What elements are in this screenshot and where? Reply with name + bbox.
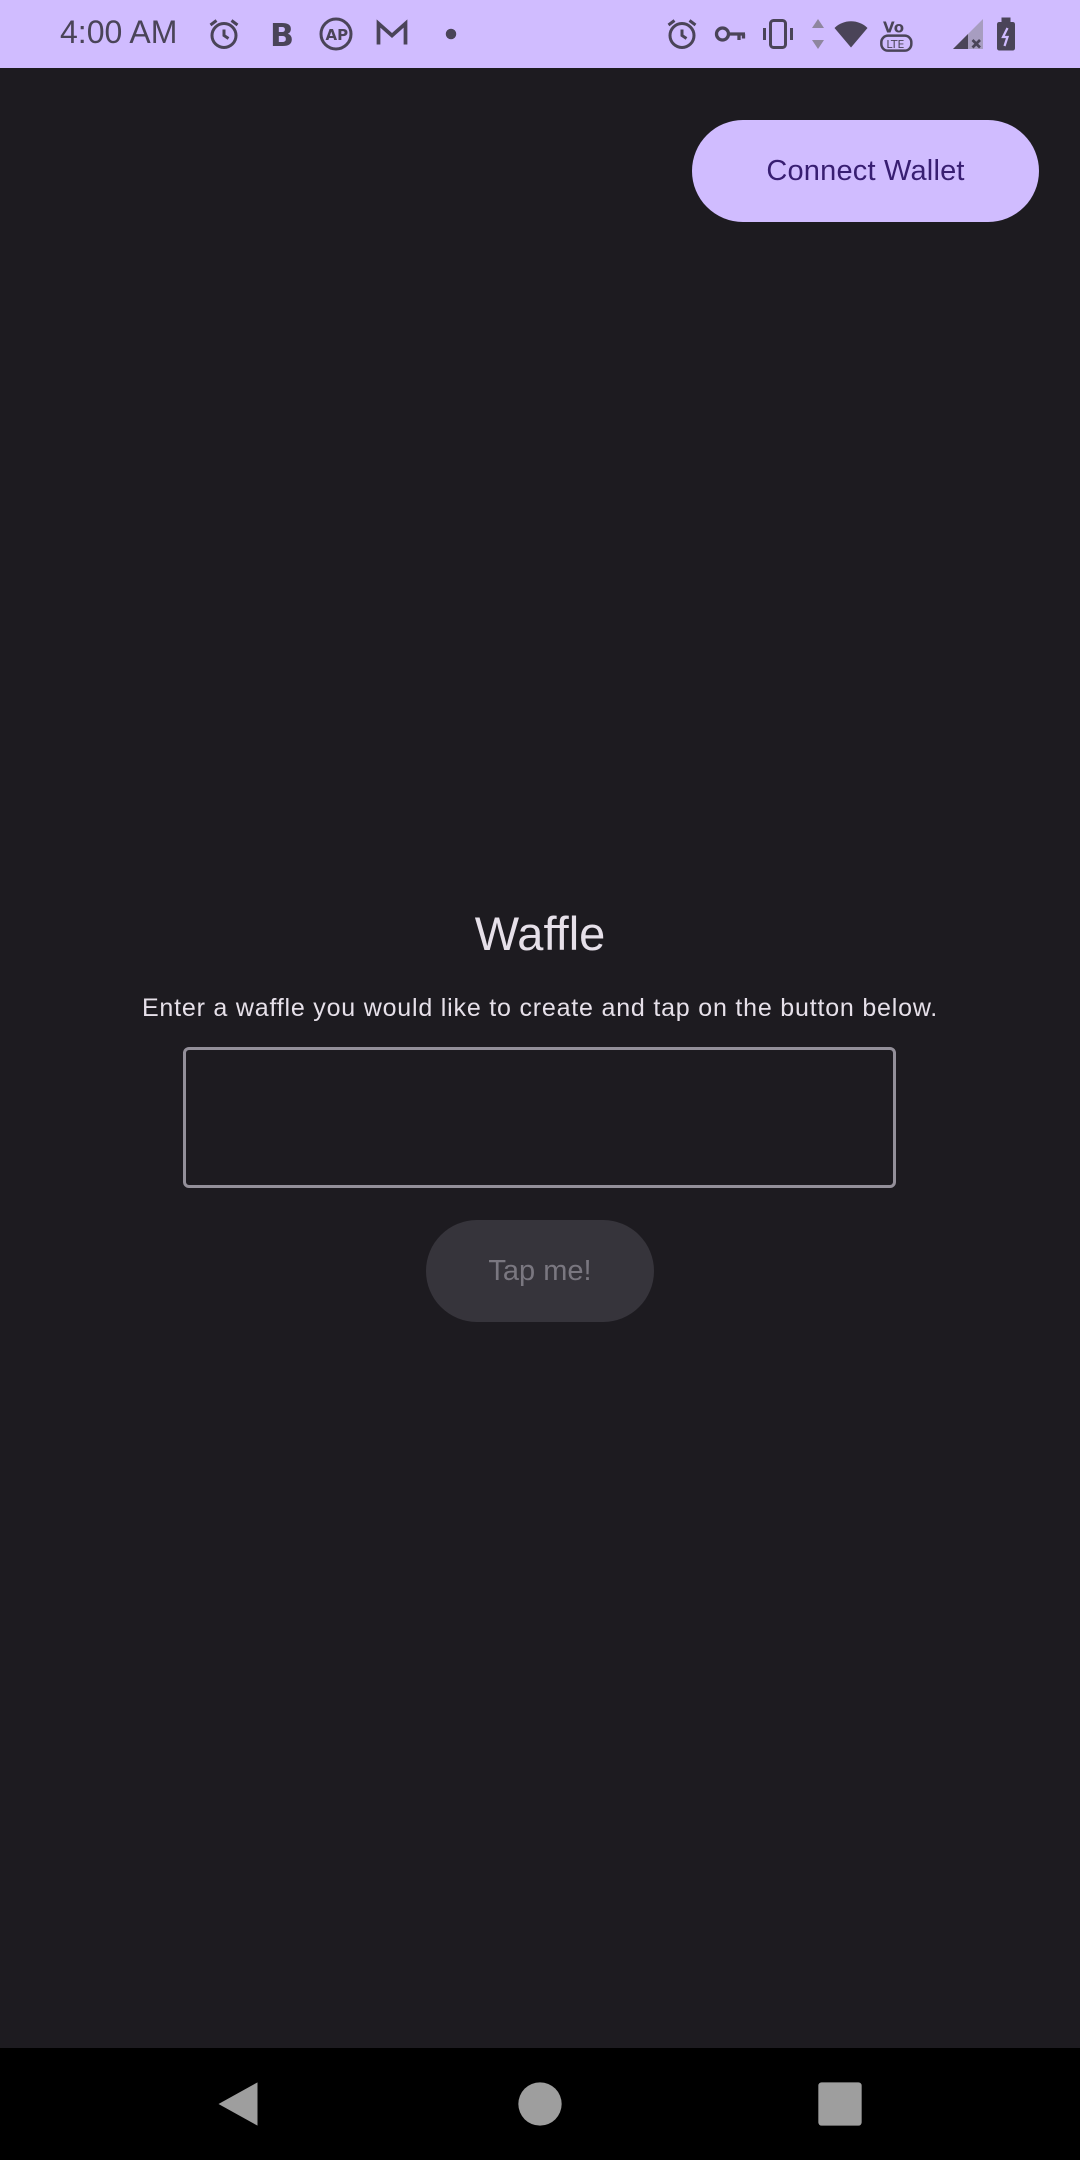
navigation-bar xyxy=(0,2048,1080,2160)
waffle-input[interactable] xyxy=(183,1047,896,1188)
svg-text:AP: AP xyxy=(326,26,349,44)
svg-text:LTE: LTE xyxy=(886,38,904,51)
bold-b-icon: B xyxy=(264,16,300,54)
dot-icon xyxy=(436,16,472,52)
home-icon[interactable] xyxy=(514,2078,566,2130)
tap-me-button[interactable]: Tap me! xyxy=(426,1220,654,1322)
svg-text:Vo: Vo xyxy=(883,18,904,36)
ap-icon: AP xyxy=(318,16,354,52)
back-icon[interactable] xyxy=(212,2078,264,2130)
battery-icon xyxy=(994,16,1018,52)
alarm-icon xyxy=(664,16,700,52)
vibrate-icon xyxy=(760,16,796,52)
svg-text:B: B xyxy=(270,18,294,52)
status-time: 4:00 AM xyxy=(60,14,178,50)
data-arrows-icon xyxy=(808,16,828,52)
page-title: Waffle xyxy=(474,907,606,960)
alarm-icon xyxy=(206,16,242,52)
key-icon xyxy=(712,16,748,52)
volte-icon: Vo LTE xyxy=(878,14,918,54)
recents-icon[interactable] xyxy=(814,2078,866,2130)
gmail-icon xyxy=(374,16,410,52)
connect-wallet-button[interactable]: Connect Wallet xyxy=(692,120,1039,222)
status-bar: 4:00 AM B AP Vo LTE xyxy=(0,0,1080,68)
signal-icon xyxy=(950,16,986,52)
instructions-text: Enter a waffle you would like to create … xyxy=(141,994,939,1022)
wifi-icon xyxy=(830,16,872,52)
